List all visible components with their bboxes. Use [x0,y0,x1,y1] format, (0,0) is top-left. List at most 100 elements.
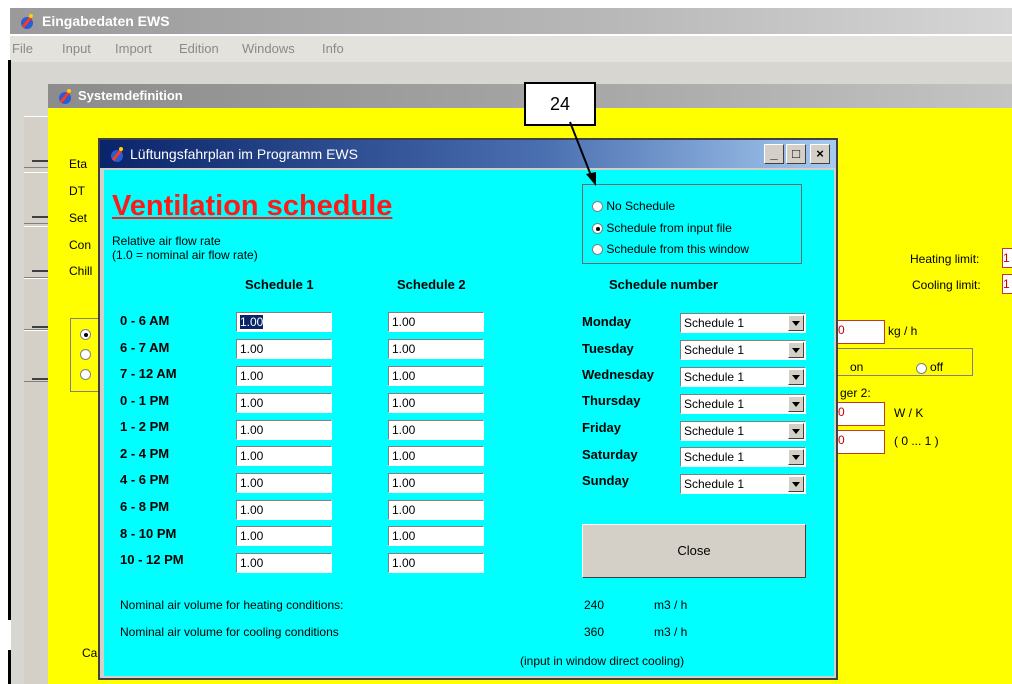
menu-windows[interactable]: Windows [242,41,295,56]
off-radio[interactable] [916,361,927,375]
schedule-select[interactable]: Schedule 1 [680,474,806,494]
separator [32,378,48,380]
ua-input[interactable]: 0 [838,402,885,426]
maximize-icon[interactable]: □ [786,144,806,164]
radio-circle-icon[interactable] [592,201,603,213]
bottom-label: Ca [82,646,98,660]
cooling-volume-value: 360 [584,625,605,639]
flow-input[interactable]: 0 [838,320,885,344]
wk-unit: W / K [894,406,924,420]
day-label: Sunday [582,473,629,488]
chill-label: Chill [69,264,93,278]
close-icon[interactable]: × [810,144,830,164]
schedule1-input[interactable]: 1.00 [236,500,332,520]
schedule2-input[interactable]: 1.00 [388,312,484,332]
schedule2-input[interactable]: 1.00 [388,339,484,359]
subtitle-nominal: (1.0 = nominal air flow rate) [112,248,258,262]
schedule1-input[interactable]: 1.00 [236,393,332,413]
schedule1-input[interactable]: 1.00 [236,366,332,386]
dialog-title: Lüftungsfahrplan im Programm EWS [130,146,358,162]
schedule-select[interactable]: Schedule 1 [680,340,806,360]
app-title-bar[interactable]: Eingabedaten EWS [10,8,1012,34]
schedule2-input[interactable]: 1.00 [388,366,484,386]
schedule-select[interactable]: Schedule 1 [680,394,806,414]
minimize-icon[interactable]: _ [764,144,784,164]
cooling-volume-unit: m3 / h [654,625,688,639]
radio-circle-icon[interactable] [592,244,603,256]
schedule2-input[interactable]: 1.00 [388,473,484,493]
schedule-select[interactable]: Schedule 1 [680,367,806,387]
app-flame-icon [18,12,36,30]
schedule2-input[interactable]: 1.00 [388,393,484,413]
option-radio[interactable] [80,367,91,381]
schedule1-input[interactable]: 1.00 [236,312,332,332]
schedule2-input[interactable]: 1.00 [388,446,484,466]
heating-limit-input[interactable]: 1 [1002,248,1012,268]
day-label: Thursday [582,393,641,408]
day-label: Saturday [582,447,638,462]
schedule2-input[interactable]: 1.00 [388,420,484,440]
chevron-down-icon[interactable] [788,476,804,492]
schedule1-input[interactable]: 1.00 [236,420,332,440]
chevron-down-icon[interactable] [788,423,804,439]
heating-limit-label: Heating limit: [910,252,980,266]
menu-edition[interactable]: Edition [179,41,219,56]
schedule1-input[interactable]: 1.00 [236,446,332,466]
option-radio[interactable] [80,347,91,361]
row-label: 4 - 6 PM [120,472,170,487]
chevron-down-icon[interactable] [788,342,804,358]
schedule2-input[interactable]: 1.00 [388,500,484,520]
cooling-limit-input[interactable]: 1 [1002,274,1012,294]
schedule-select[interactable]: Schedule 1 [680,447,806,467]
row-label: 0 - 6 AM [120,313,170,328]
eta-label: Eta [69,157,88,171]
radio-no-schedule[interactable]: No Schedule [592,199,675,213]
menu-info[interactable]: Info [322,41,344,56]
schedule2-input[interactable]: 1.00 [388,526,484,546]
dialog-flame-icon [108,145,126,163]
chevron-down-icon[interactable] [788,315,804,331]
subtitle-flow-rate: Relative air flow rate [112,234,221,248]
day-label: Wednesday [582,367,655,382]
separator [32,326,48,328]
menu-file[interactable]: File [12,41,33,56]
ratio-input[interactable]: 0 [838,430,885,454]
schedule1-input[interactable]: 1.00 [236,553,332,573]
heating-volume-value: 240 [584,598,605,612]
chevron-down-icon[interactable] [788,396,804,412]
header-schedule-1: Schedule 1 [245,277,314,292]
schedule1-input[interactable]: 1.00 [236,473,332,493]
schedule1-input[interactable]: 1.00 [236,526,332,546]
schedule-select[interactable]: Schedule 1 [680,313,806,333]
dialog-title-bar[interactable]: Lüftungsfahrplan im Programm EWS _ □ × [100,140,836,168]
radio-schedule-input-file[interactable]: Schedule from input file [592,221,732,235]
range-unit: ( 0 ... 1 ) [894,434,939,448]
day-label: Friday [582,420,622,435]
row-label: 7 - 12 AM [120,366,177,381]
schedule2-input[interactable]: 1.00 [388,553,484,573]
side-button[interactable] [24,330,48,382]
menu-input[interactable]: Input [62,41,91,56]
heating-volume-unit: m3 / h [654,598,688,612]
header-schedule-number: Schedule number [609,277,719,292]
chevron-down-icon[interactable] [788,449,804,465]
side-button[interactable] [24,278,48,330]
system-window-title: Systemdefinition [78,88,183,103]
con-label: Con [69,238,92,252]
on-label[interactable]: on [850,360,863,374]
set-label: Set [69,211,88,225]
schedule1-input[interactable]: 1.00 [236,339,332,359]
heating-volume-label: Nominal air volume for heating condition… [120,598,344,612]
menu-import[interactable]: Import [115,41,152,56]
day-label: Tuesday [582,341,634,356]
chevron-down-icon[interactable] [788,369,804,385]
schedule-select[interactable]: Schedule 1 [680,421,806,441]
close-button[interactable]: Close [582,524,806,578]
radio-schedule-this-window[interactable]: Schedule from this window [592,242,749,256]
kg-unit: kg / h [888,324,918,338]
cooling-limit-label: Cooling limit: [912,278,981,292]
callout-arrow-icon [569,121,596,186]
radio-circle-icon[interactable] [592,223,603,235]
option-radio[interactable] [80,327,91,341]
row-label: 6 - 7 AM [120,340,170,355]
